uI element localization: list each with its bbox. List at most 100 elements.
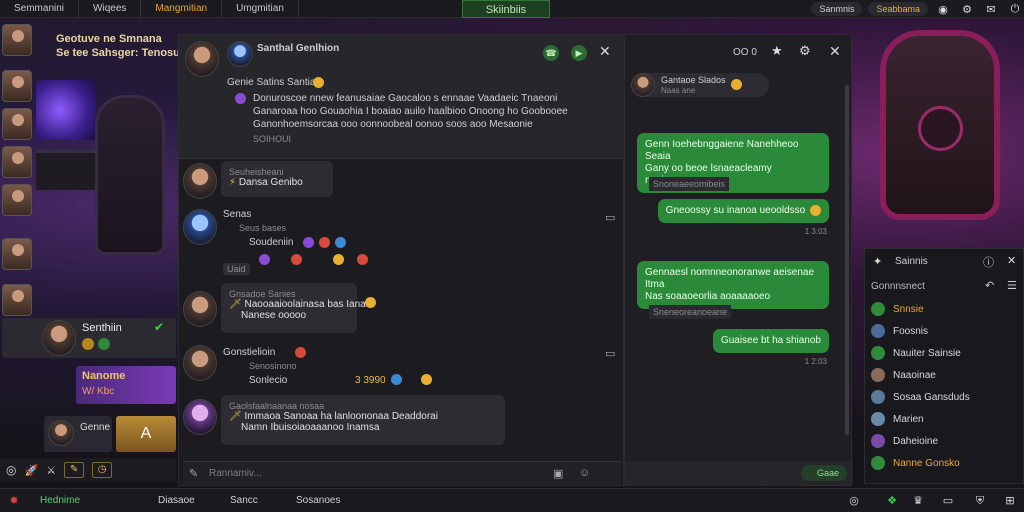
sword-icon[interactable]: ⚔ [46,464,56,477]
message-meta: SOIHOUI [253,134,292,144]
discord-icon[interactable]: ◎ [6,463,16,477]
emoji-picker-icon[interactable]: ☺ [579,467,590,479]
image-icon[interactable]: ▣ [553,467,563,480]
scrollbar[interactable] [845,85,849,435]
bubble-text: 🗡 Immaoa Sanoaa ha lanloononaa Deaddorai [229,411,438,422]
friend-label: Marien [893,413,924,425]
emoji-icon [810,205,821,216]
clock-icon[interactable]: ◷ [92,462,113,478]
gaming-chair-right [880,30,1000,220]
promo-card[interactable]: Nanome W/ Kbc [76,366,176,404]
friends-icon: ✦ [873,256,883,268]
leaf-icon[interactable]: ❖ [884,493,900,509]
rocket-icon[interactable]: 🚀 [24,464,38,477]
reply-icon[interactable]: ▭ [605,211,615,224]
tab-4[interactable]: Umgmitian [222,0,299,18]
discord-icon[interactable]: ◎ [846,493,862,509]
friend-row[interactable]: Nanne Gonsko [871,453,960,473]
friend-label: Foosnis [893,325,929,337]
taskbar-item[interactable]: Sosanoes [296,495,340,506]
friend-row[interactable]: Naaoinae [871,365,936,385]
header-line-1: Geotuve ne Smnana [56,33,162,45]
friend-label: Sosaa Gansduds [893,391,970,403]
game-logo-icon[interactable]: ✸ [6,493,22,509]
left-toolbar: ◎ 🚀 ⚔ ✎ ◷ [0,458,176,482]
settings-icon[interactable]: ⚙ [799,43,811,59]
gold-emblem-card[interactable]: A [116,416,176,452]
user-line: Sonlecio [249,375,288,386]
info-icon[interactable]: ⓘ [983,254,994,270]
avatar[interactable] [183,209,217,245]
bubble-text: ⚡ Dansa Genibo [229,177,303,188]
friend-row[interactable]: Nauiter Sainsie [871,343,961,363]
center-tab[interactable]: Skiinbiis [462,0,550,18]
dm-contact[interactable]: Gantaoe Slados Naas ane [631,73,769,97]
call-icon[interactable]: ☎ [543,45,559,61]
message-input[interactable]: Rannamiv... [209,468,262,479]
close-icon[interactable]: ✕ [599,43,611,60]
emoji-icon [319,237,330,248]
friend-label: Nauiter Sainsie [893,347,961,359]
friend-row[interactable]: Snnsie [871,299,924,319]
avatar[interactable] [2,238,32,270]
sent-message: Gennaesl nomnneonoranwe aeisenae Itma Na… [637,261,829,309]
emoji-icon [357,254,368,265]
tab-1[interactable]: Semmanini [0,0,80,18]
sent-text: Guaisee bt ha shianob [720,335,821,346]
shield-icon[interactable]: ⛨ [972,493,988,509]
globe-icon[interactable]: ◉ [934,0,952,18]
close-icon[interactable]: ✕ [829,43,841,60]
avatar[interactable] [183,399,217,435]
taskbar: ✸ Hednime Diasaoe Sancc Sosanoes ◎ ❖ ♛ ▭… [0,488,1024,512]
friend-row[interactable]: Sosaa Gansduds [871,387,970,407]
user-subtitle: Seus bases [239,223,287,233]
send-button[interactable]: Gaae [801,465,847,481]
taskbar-item[interactable]: Sancc [230,495,258,506]
reply-icon[interactable]: ▭ [605,347,615,360]
menu-icon[interactable]: ⊞ [1002,493,1018,509]
avatar[interactable] [2,108,32,140]
chat-input-bar[interactable]: ✎ Rannamiv... ▣ ☺ [183,461,621,485]
currency-pill[interactable]: Seabbama [868,2,928,16]
power-icon[interactable]: ⏻ [1006,0,1024,18]
edit-icon[interactable]: ✎ [64,462,85,478]
avatar[interactable] [183,163,217,199]
bubble-text-value: Immaoa Sanoaa ha lanloononaa Deaddorai [244,411,438,422]
profile-pill[interactable]: Sanmnis [811,2,863,16]
taskbar-item[interactable]: Hednime [40,495,80,506]
monitor-icon[interactable]: ▭ [940,493,956,509]
friend-row[interactable]: Daheioine [871,431,938,451]
taskbar-item[interactable]: Diasaoe [158,495,195,506]
dm-contact-name: Gantaoe Slados [661,75,726,85]
dm-input-bar[interactable]: Gaae [625,461,853,485]
avatar[interactable] [185,41,219,77]
attach-icon[interactable]: ✎ [189,467,198,480]
emoji-icon [313,77,324,88]
avatar[interactable] [2,24,32,56]
avatar[interactable] [2,284,32,316]
star-icon[interactable]: ★ [771,43,783,59]
friend-row[interactable]: Foosnis [871,321,928,341]
friend-row[interactable]: Marien [871,409,924,429]
avatar [871,412,885,426]
close-icon[interactable]: ✕ [1007,254,1016,267]
avatar[interactable] [2,70,32,102]
video-icon[interactable]: ▶ [571,45,587,61]
avatar [42,320,76,356]
trophy-icon[interactable]: ♛ [910,493,926,509]
tab-2[interactable]: Wiqees [79,0,142,18]
avatar[interactable] [2,184,32,216]
tab-3[interactable]: Mangmitian [141,0,223,18]
avatar[interactable] [183,345,217,381]
back-icon[interactable]: ↶ [985,279,994,292]
chat-header: Santhal Genlhion ☎ ▶ ✕ Genie Satins Sant… [179,35,625,159]
avatar[interactable] [2,146,32,178]
friend-card[interactable]: Genne [44,416,112,452]
settings-icon[interactable]: ⚙ [958,0,976,18]
top-bar: Semmanini Wiqees Mangmitian Umgmitian Sk… [0,0,1024,18]
mail-icon[interactable]: ✉ [982,0,1000,18]
selected-friend[interactable]: Senthiin ✔ [2,318,176,358]
avatar[interactable] [183,291,217,327]
avatar[interactable] [227,41,253,67]
group-icon[interactable]: ☰ [1007,279,1017,292]
